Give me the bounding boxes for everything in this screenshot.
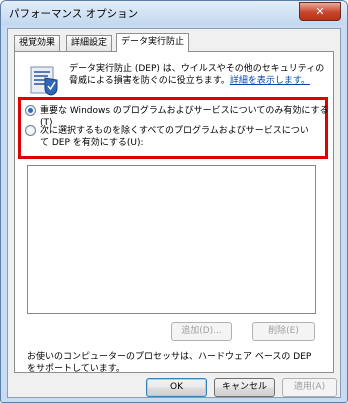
excluded-programs-list[interactable] — [27, 165, 316, 314]
dialog-client-area: 視覚効果 詳細設定 データ実行防止 データ実行防止 (DEP) は、ウイルスやそ… — [7, 28, 341, 398]
cancel-button[interactable]: キャンセル — [214, 378, 275, 397]
add-button[interactable]: 追加(D)... — [171, 322, 232, 341]
apply-button[interactable]: 適用(A) — [282, 378, 337, 397]
radio-all-except-selected-button[interactable] — [25, 125, 36, 136]
tab-data-execution-prevention[interactable]: データ実行防止 — [116, 33, 190, 52]
processor-support-text: お使いのコンピューターのプロセッサは、ハードウェア ベースの DEP をサポート… — [27, 352, 312, 374]
close-button[interactable]: ✕ — [299, 2, 341, 21]
performance-options-window: パフォーマンス オプション ✕ 視覚効果 詳細設定 データ実行防止 データ実行防… — [0, 0, 348, 403]
dep-tab-panel: データ実行防止 (DEP) は、ウイルスやその他のセキュリティの脅威による損害を… — [14, 51, 334, 374]
dep-description: データ実行防止 (DEP) は、ウイルスやその他のセキュリティの脅威による損害を… — [69, 63, 325, 87]
details-link[interactable]: 詳細を表示します。 — [230, 76, 310, 86]
ok-button[interactable]: OK — [146, 378, 207, 397]
radio-all-except-selected-label[interactable]: 次に選択するものを除くすべてのプログラムおよびサービスについて DEP を有効に… — [40, 125, 317, 149]
radio-all-except-selected[interactable]: 次に選択するものを除くすべてのプログラムおよびサービスについて DEP を有効に… — [25, 125, 317, 149]
title-bar[interactable]: パフォーマンス オプション ✕ — [1, 1, 347, 25]
tab-visual-effects[interactable]: 視覚効果 — [14, 35, 61, 51]
remove-button[interactable]: 削除(E) — [252, 322, 315, 341]
window-title: パフォーマンス オプション — [9, 8, 139, 20]
tab-advanced[interactable]: 詳細設定 — [66, 35, 113, 51]
dep-shield-icon — [30, 66, 58, 96]
radio-essential-only-button[interactable] — [25, 105, 36, 116]
